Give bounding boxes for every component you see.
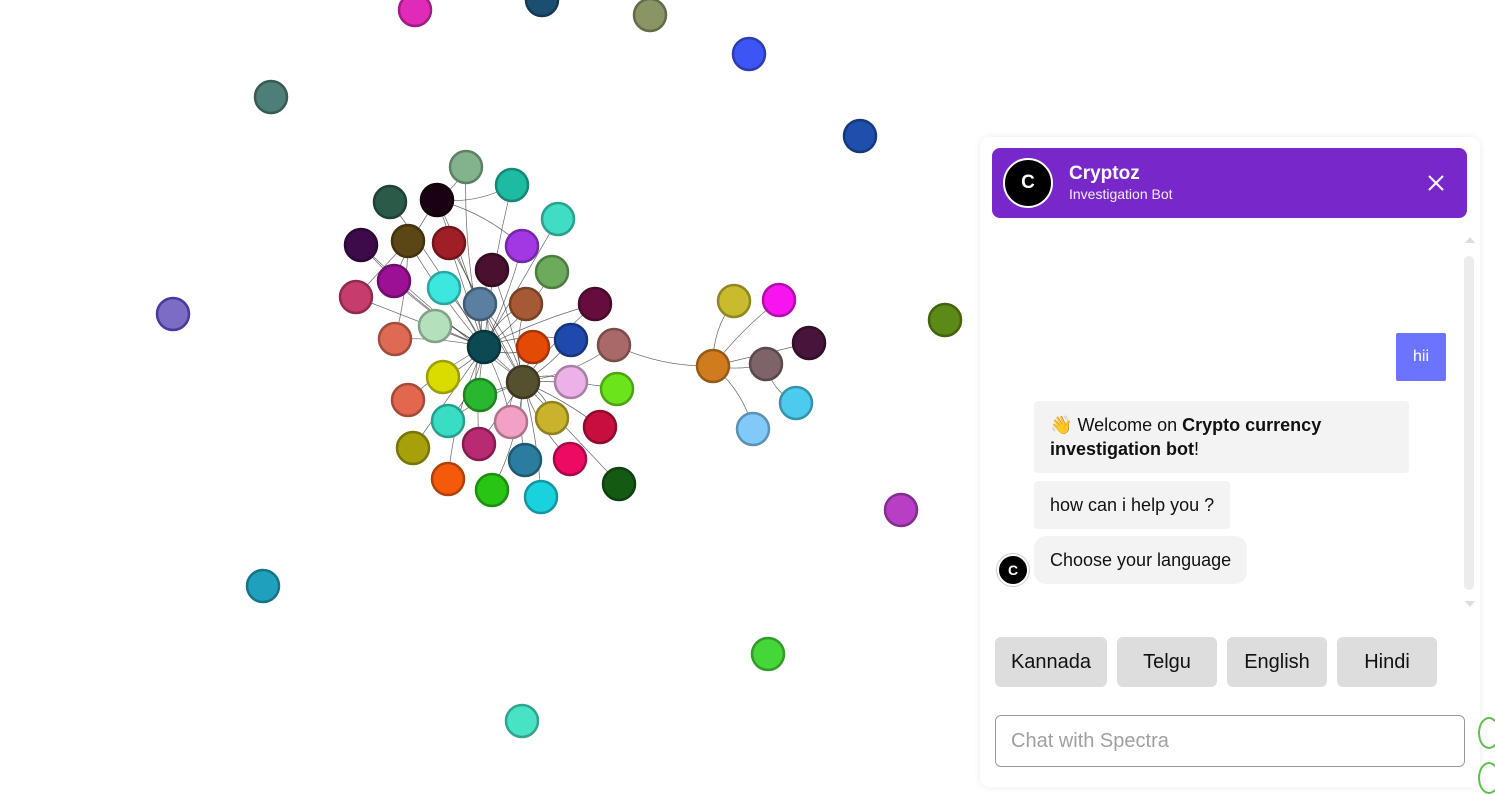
graph-node[interactable] (596, 327, 632, 363)
graph-node[interactable] (494, 167, 530, 203)
graph-node[interactable] (883, 492, 919, 528)
graph-node[interactable] (540, 201, 576, 237)
bot-title: Cryptoz (1069, 163, 1140, 184)
graph-node[interactable] (927, 302, 963, 338)
language-option-english[interactable]: English (1227, 637, 1327, 687)
graph-node[interactable] (507, 442, 543, 478)
edge-widget-icon[interactable] (1478, 717, 1495, 749)
graph-node[interactable] (430, 403, 466, 439)
graph-node[interactable] (462, 377, 498, 413)
graph-node[interactable] (425, 359, 461, 395)
graph-node[interactable] (426, 270, 462, 306)
graph-node[interactable] (599, 371, 635, 407)
chat-header: C Cryptoz Investigation Bot (992, 148, 1467, 218)
graph-node[interactable] (397, 0, 433, 28)
graph-node[interactable] (474, 252, 510, 288)
wave-icon: 👋 (1050, 415, 1073, 435)
welcome-suffix: ! (1194, 439, 1200, 459)
graph-node[interactable] (343, 227, 379, 263)
close-button[interactable] (1423, 170, 1449, 196)
graph-node[interactable] (842, 118, 878, 154)
bot-avatar: C (1003, 158, 1053, 208)
graph-nodes[interactable] (155, 0, 963, 739)
graph-node[interactable] (731, 36, 767, 72)
graph-node[interactable] (553, 364, 589, 400)
graph-node[interactable] (448, 149, 484, 185)
graph-node[interactable] (493, 404, 529, 440)
graph-node[interactable] (462, 286, 498, 322)
graph-node[interactable] (430, 461, 466, 497)
graph-node[interactable] (431, 225, 467, 261)
graph-node[interactable] (524, 0, 560, 18)
graph-node[interactable] (553, 322, 589, 358)
chat-scrollbar[interactable] (1464, 237, 1476, 607)
graph-node[interactable] (534, 400, 570, 436)
graph-node[interactable] (419, 182, 455, 218)
graph-node[interactable] (601, 466, 637, 502)
edge-widget-icon-2[interactable] (1478, 762, 1495, 794)
graph-node[interactable] (417, 308, 453, 344)
graph-node[interactable] (505, 364, 541, 400)
user-message: hii (1396, 333, 1446, 381)
bot-message-help: how can i help you ? (1034, 481, 1231, 529)
graph-node[interactable] (582, 409, 618, 445)
welcome-prefix: Welcome on (1077, 415, 1183, 435)
chat-input[interactable] (995, 715, 1465, 767)
scroll-up-icon[interactable] (1465, 237, 1475, 243)
scroll-thumb[interactable] (1464, 256, 1474, 590)
graph-node[interactable] (761, 282, 797, 318)
bot-message-welcome: 👋 Welcome on Crypto currency investigati… (1034, 401, 1409, 473)
graph-node[interactable] (377, 321, 413, 357)
graph-node[interactable] (632, 0, 668, 33)
graph-node[interactable] (245, 568, 281, 604)
graph-node[interactable] (750, 636, 786, 672)
graph-node[interactable] (791, 325, 827, 361)
graph-node[interactable] (376, 263, 412, 299)
graph-node[interactable] (695, 348, 731, 384)
graph-node[interactable] (778, 385, 814, 421)
graph-node[interactable] (515, 329, 551, 365)
graph-node[interactable] (504, 703, 540, 739)
graph-node[interactable] (155, 296, 191, 332)
close-icon (1428, 175, 1444, 191)
graph-node[interactable] (466, 329, 502, 365)
scroll-down-icon[interactable] (1465, 601, 1475, 607)
graph-node[interactable] (577, 286, 613, 322)
graph-node[interactable] (390, 382, 426, 418)
graph-node[interactable] (372, 184, 408, 220)
graph-node[interactable] (716, 283, 752, 319)
language-option-telgu[interactable]: Telgu (1117, 637, 1217, 687)
graph-node[interactable] (474, 472, 510, 508)
language-options: Kannada Telgu English Hindi (995, 637, 1437, 687)
language-option-kannada[interactable]: Kannada (995, 637, 1107, 687)
chat-panel: C Cryptoz Investigation Bot hii 👋 Welcom… (980, 137, 1480, 787)
graph-node[interactable] (748, 346, 784, 382)
graph-node[interactable] (338, 279, 374, 315)
graph-node[interactable] (395, 430, 431, 466)
graph-node[interactable] (390, 223, 426, 259)
graph-node[interactable] (735, 411, 771, 447)
bot-subtitle: Investigation Bot (1069, 186, 1173, 202)
graph-node[interactable] (461, 426, 497, 462)
graph-node[interactable] (508, 286, 544, 322)
graph-node[interactable] (523, 479, 559, 515)
header-text: Cryptoz Investigation Bot (1069, 163, 1173, 203)
bot-avatar-small: C (997, 554, 1029, 586)
graph-edge (522, 381, 542, 498)
graph-node[interactable] (552, 441, 588, 477)
graph-node[interactable] (253, 79, 289, 115)
graph-node[interactable] (504, 228, 540, 264)
bot-message-language: Choose your language (1034, 536, 1248, 584)
graph-node[interactable] (534, 254, 570, 290)
language-option-hindi[interactable]: Hindi (1337, 637, 1437, 687)
